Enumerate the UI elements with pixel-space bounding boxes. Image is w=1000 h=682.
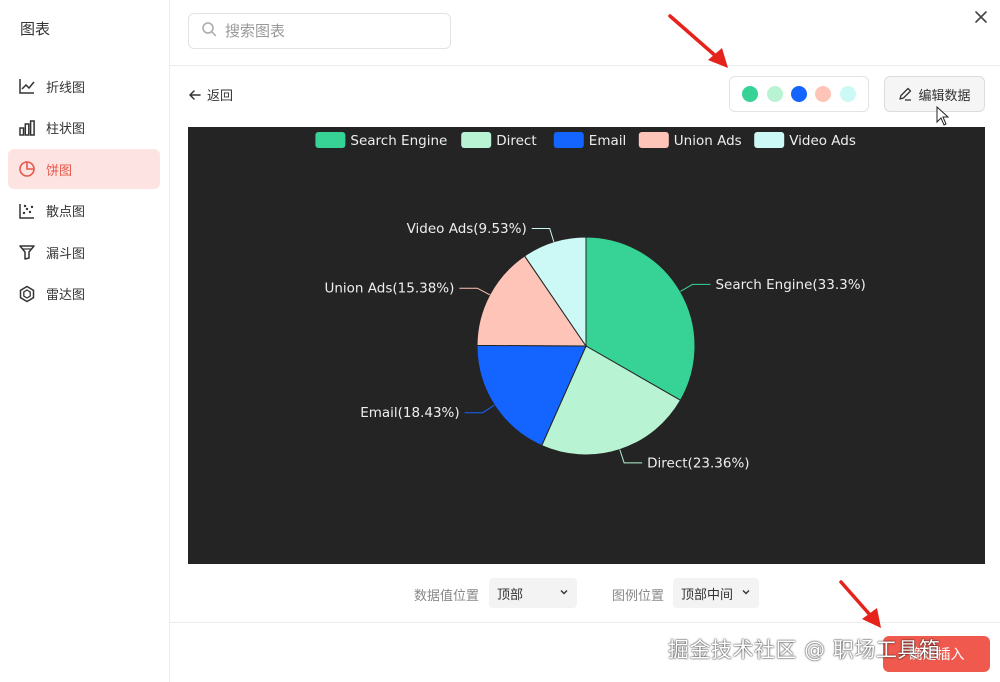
close-button[interactable]: [970, 8, 992, 30]
close-icon: [973, 9, 989, 29]
sidebar-item-pie[interactable]: 饼图: [8, 149, 160, 189]
legend-label: Video Ads: [789, 133, 856, 149]
legend-swatch: [553, 132, 584, 148]
legend-swatch: [461, 132, 492, 148]
legend-position-select[interactable]: 顶部中间: [673, 578, 759, 608]
sidebar-item-line[interactable]: 折线图: [8, 66, 160, 106]
chevron-down-icon: [559, 586, 569, 601]
bar-chart-icon: [18, 119, 36, 137]
sidebar-title: 图表: [20, 20, 51, 38]
sidebar-item-funnel[interactable]: 漏斗图: [8, 232, 160, 272]
edit-data-button[interactable]: 编辑数据: [884, 76, 985, 112]
back-button[interactable]: 返回: [188, 85, 233, 104]
slice-label: Search Engine(33.3%): [715, 277, 865, 293]
label-leader-line: [619, 449, 643, 464]
legend-label: Email: [589, 133, 626, 149]
slice-label: Email(18.43%): [360, 405, 459, 421]
line-chart-icon: [18, 77, 36, 95]
sidebar-item-label: 折线图: [46, 80, 86, 96]
chart-type-nav: 折线图 柱状图 饼图 散点图 漏斗图 雷达图: [8, 66, 160, 315]
pie-chart-svg: Search Engine Direct Email Union Ads Video A…: [315, 132, 866, 471]
palette-swatch: [790, 86, 807, 102]
sidebar-item-label: 漏斗图: [46, 246, 86, 262]
slice-label: Video Ads(9.53%): [407, 221, 527, 237]
slice-label: Direct(23.36%): [647, 455, 749, 471]
sidebar-item-label: 饼图: [46, 163, 73, 179]
radar-chart-icon: [18, 285, 36, 303]
pie-chart-preview: Search Engine Direct Email Union Ads Video A…: [188, 127, 985, 564]
watermark-text: 掘金技术社区 @ 职场工具箱: [668, 638, 941, 662]
label-position-title: 数据值位置: [414, 589, 480, 604]
sidebar-item-label: 散点图: [46, 205, 86, 220]
slice-label: Union Ads(15.38%): [324, 281, 454, 297]
sidebar: 图表 折线图 柱状图 饼图 散点图 漏斗图 雷达图: [0, 0, 170, 682]
palette-swatch: [766, 86, 783, 102]
legend-swatch: [315, 132, 346, 148]
pencil-icon: [898, 87, 912, 101]
sidebar-item-radar[interactable]: 雷达图: [8, 274, 160, 314]
color-palette-selector[interactable]: [729, 76, 869, 112]
scatter-chart-icon: [18, 202, 36, 220]
sidebar-item-label: 柱状图: [46, 122, 86, 137]
sidebar-item-label: 雷达图: [46, 288, 86, 303]
legend-label: Search Engine: [350, 133, 447, 149]
label-position-select[interactable]: 顶部: [489, 578, 577, 608]
search-box: [188, 13, 451, 49]
legend-swatch: [638, 132, 669, 148]
search-icon: [201, 21, 217, 41]
annotation-arrow-insert: [839, 580, 881, 628]
chevron-down-icon: [741, 586, 751, 601]
sidebar-item-scatter[interactable]: 散点图: [8, 191, 160, 231]
arrow-left-icon: [188, 88, 202, 102]
legend-label: Union Ads: [674, 133, 742, 149]
palette-swatch: [839, 86, 856, 102]
label-leader-line: [680, 283, 711, 292]
back-label: 返回: [207, 89, 234, 104]
legend-swatch: [754, 132, 785, 148]
palette-swatch: [742, 86, 759, 102]
edit-data-label: 编辑数据: [918, 88, 971, 104]
label-leader-line: [531, 227, 555, 242]
label-leader-line: [459, 287, 491, 296]
sidebar-item-bar[interactable]: 柱状图: [8, 108, 160, 148]
label-position-value: 顶部: [497, 587, 524, 603]
annotation-arrow-palette: [668, 14, 728, 68]
legend-position-value: 顶部中间: [681, 587, 734, 603]
header-divider: [170, 65, 1000, 66]
palette-swatch: [815, 86, 832, 102]
legend-position-title: 图例位置: [612, 589, 665, 604]
label-leader-line: [464, 404, 495, 414]
mouse-cursor-icon: [936, 106, 950, 126]
pie-chart-icon: [18, 160, 36, 178]
search-input[interactable]: [225, 22, 435, 40]
legend-label: Direct: [496, 133, 536, 149]
funnel-chart-icon: [18, 243, 36, 261]
